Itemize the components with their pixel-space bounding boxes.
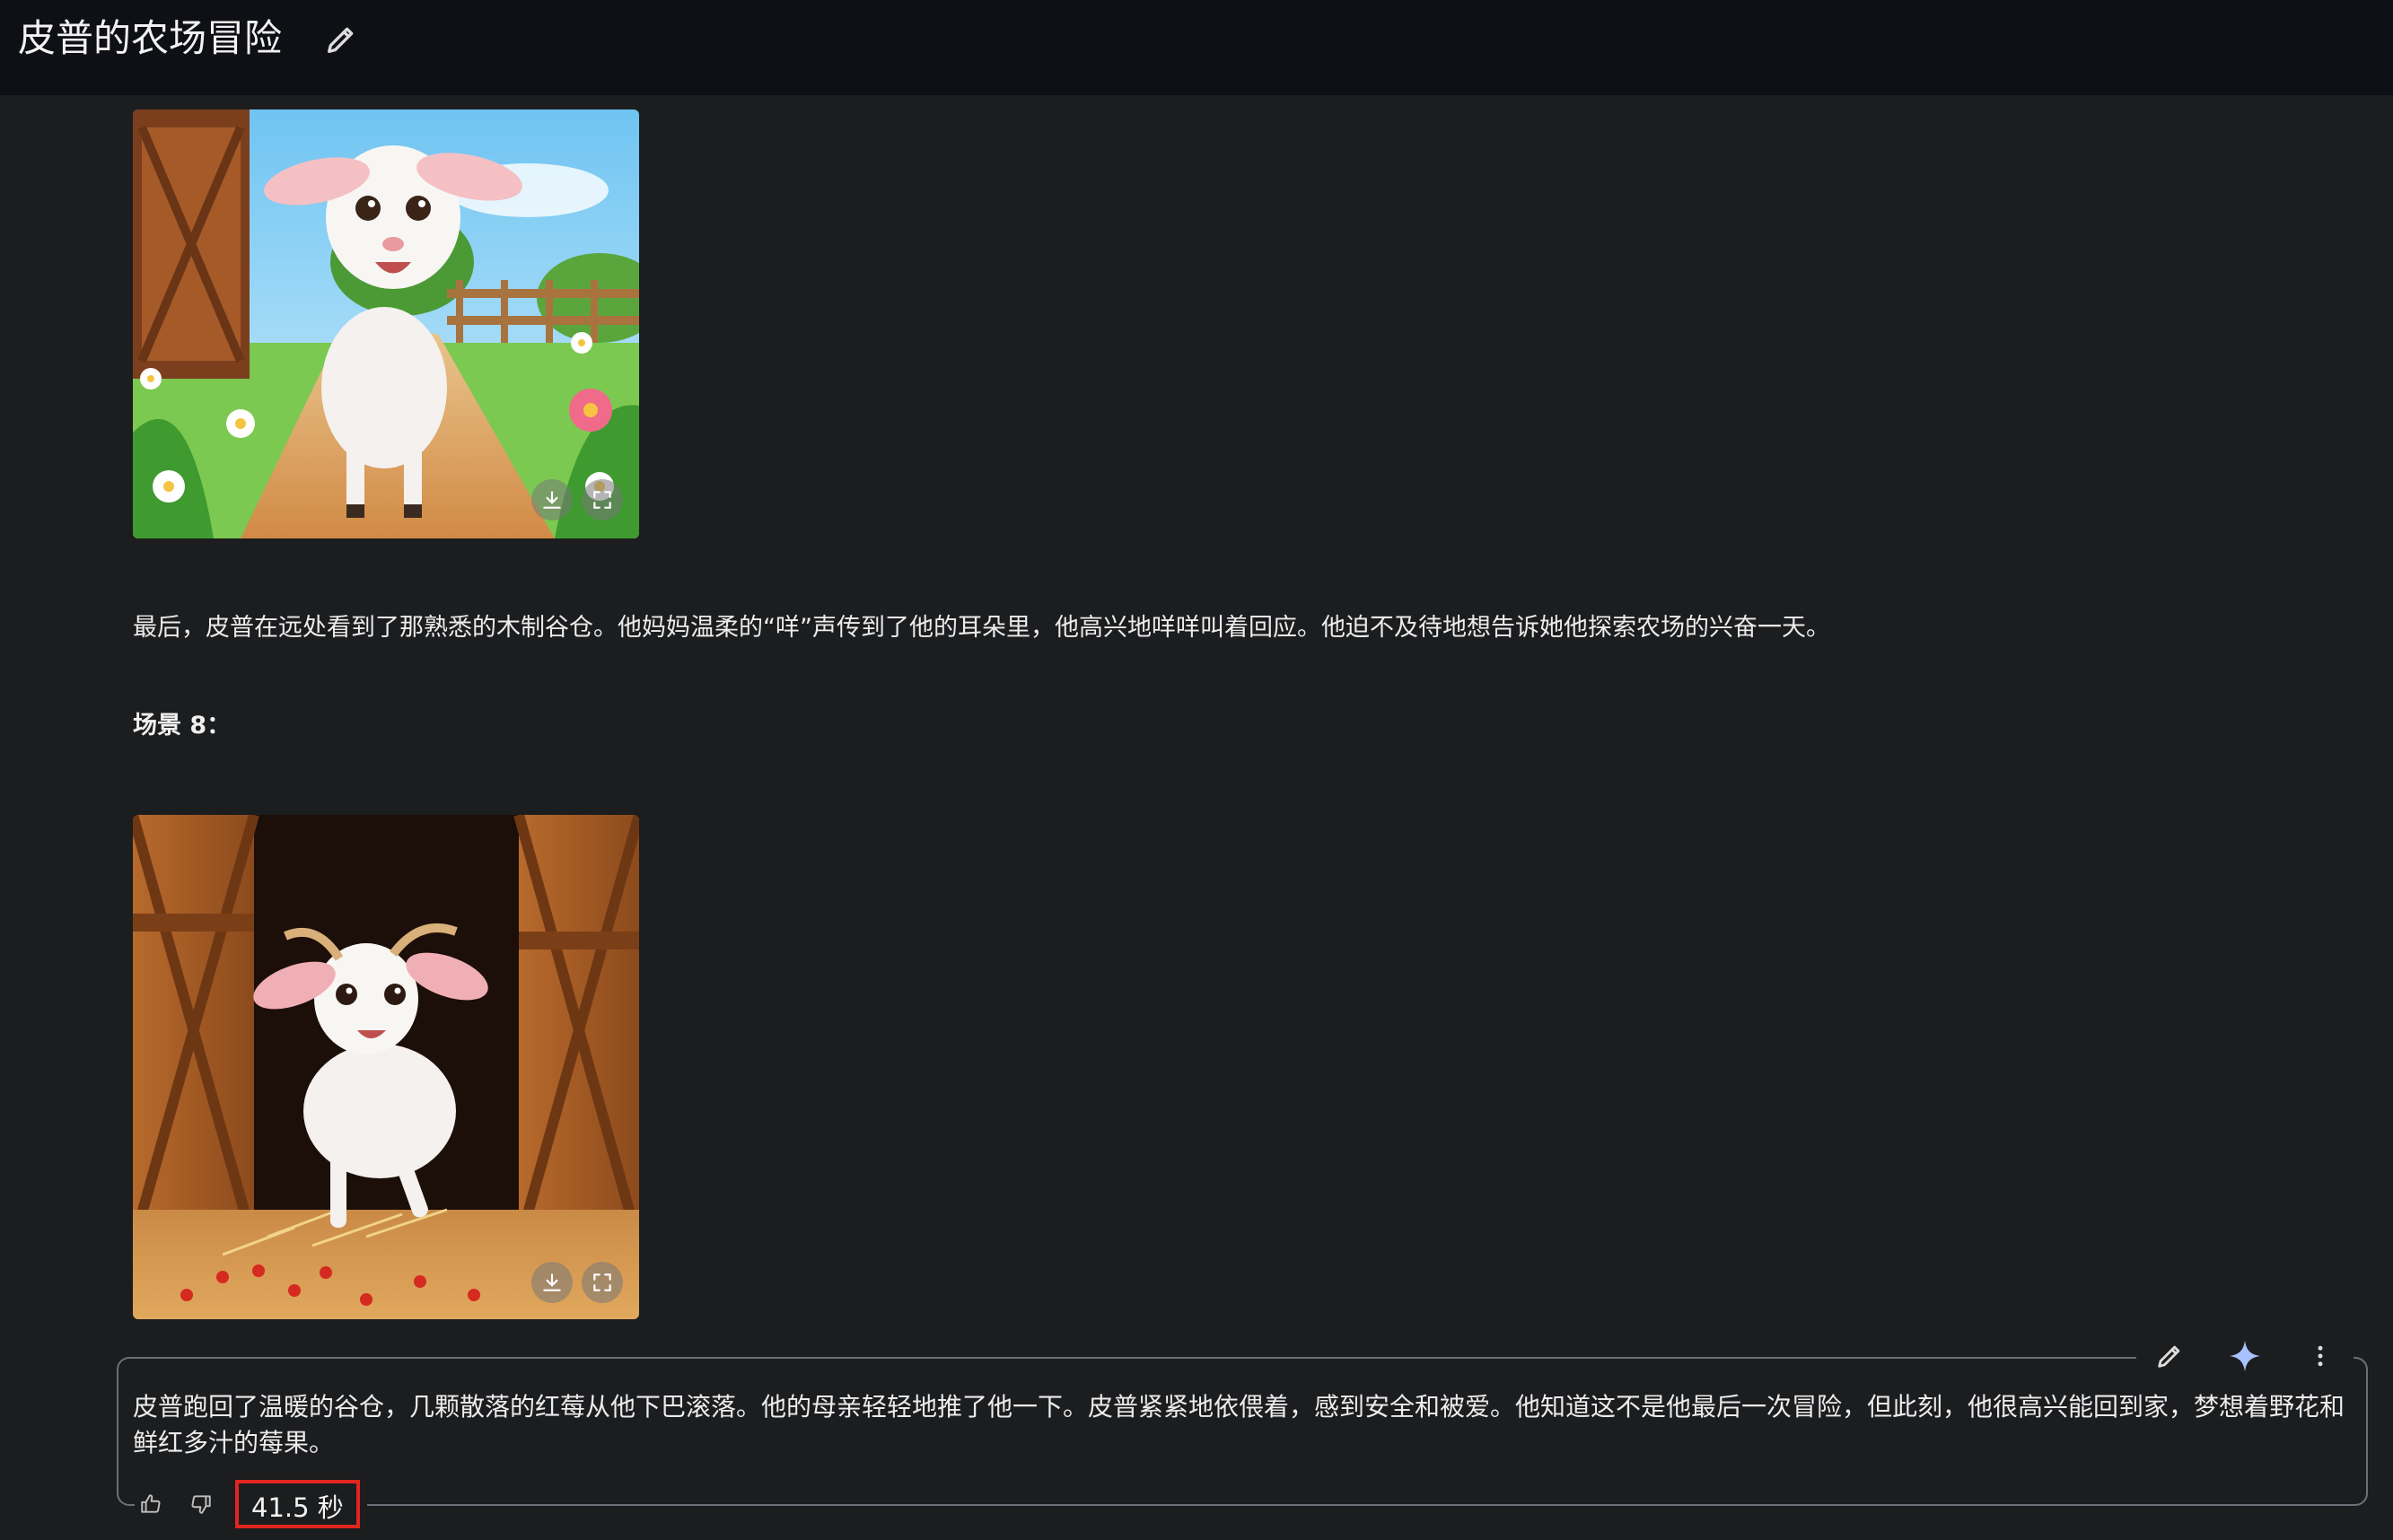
conversation-title: 皮普的农场冒险	[18, 16, 283, 60]
generated-image-1[interactable]	[133, 109, 639, 538]
thumbs-down-icon	[191, 1495, 211, 1514]
edit-title-button[interactable]	[323, 22, 359, 57]
fullscreen-icon	[593, 1273, 611, 1291]
response-toolbar	[2136, 1334, 2354, 1378]
fullscreen-icon	[593, 491, 611, 509]
ai-assist-button[interactable]	[2224, 1335, 2266, 1377]
download-icon	[543, 491, 561, 509]
download-image-1-button[interactable]	[531, 479, 573, 521]
elapsed-time-badge: 41.5 秒	[235, 1480, 360, 1528]
goat-path-illustration	[133, 109, 639, 538]
pencil-icon	[328, 27, 354, 53]
response-text: 皮普跑回了温暖的谷仓，几颗散落的红莓从他下巴滚落。他的母亲轻轻地推了他一下。皮普…	[133, 1392, 2345, 1457]
story-paragraph-1: 最后，皮普在远处看到了那熟悉的木制谷仓。他妈妈温柔的“咩”声传到了他的耳朵里，他…	[133, 614, 1830, 642]
goat-barn-illustration	[133, 815, 639, 1319]
scene-heading: 场景 8：	[133, 712, 232, 739]
thumbs-up-icon	[141, 1494, 161, 1513]
download-icon	[543, 1273, 561, 1291]
more-options-button[interactable]	[2300, 1335, 2341, 1377]
pencil-icon	[2158, 1345, 2180, 1368]
download-image-2-button[interactable]	[531, 1262, 573, 1303]
feedback-bar: 41.5 秒	[135, 1479, 367, 1529]
dislike-button[interactable]	[185, 1488, 217, 1520]
generated-image-2[interactable]	[133, 815, 639, 1319]
fullscreen-image-1-button[interactable]	[582, 479, 623, 521]
more-vertical-icon	[2318, 1345, 2323, 1367]
like-button[interactable]	[135, 1488, 167, 1520]
edit-response-button[interactable]	[2149, 1335, 2190, 1377]
sparkle-icon	[2229, 1340, 2261, 1372]
fullscreen-image-2-button[interactable]	[582, 1262, 623, 1303]
